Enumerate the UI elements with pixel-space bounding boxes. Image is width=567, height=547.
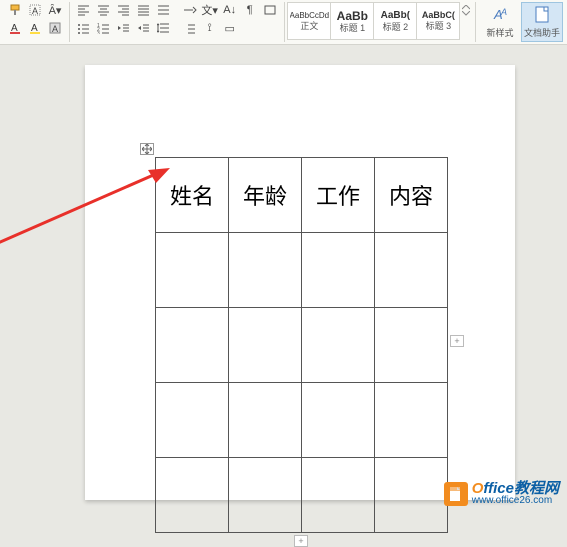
- watermark-url: www.office26.com: [472, 496, 559, 506]
- align-center-icon[interactable]: [95, 2, 113, 18]
- new-style-icon: AA: [491, 6, 509, 24]
- table-cell[interactable]: [229, 308, 302, 383]
- table-row[interactable]: [156, 233, 448, 308]
- case-toggle-icon[interactable]: Ȃ▾: [46, 2, 64, 18]
- table-cell[interactable]: [302, 458, 375, 533]
- table-add-row-handle[interactable]: +: [294, 535, 308, 547]
- table-cell[interactable]: [229, 458, 302, 533]
- table-cell-header[interactable]: 工作: [302, 158, 375, 233]
- styles-scroll[interactable]: [460, 2, 472, 18]
- style-heading-2[interactable]: AaBb( 标题 2: [373, 2, 417, 40]
- table-cell-header[interactable]: 年龄: [229, 158, 302, 233]
- doc-helper-icon: [534, 6, 550, 24]
- ribbon-toolbar: A Ȃ▾ A A A 123 文▾ A↓ ¶: [0, 0, 567, 45]
- text-border-icon[interactable]: A: [26, 2, 44, 18]
- table-row[interactable]: 姓名 年龄 工作 内容: [156, 158, 448, 233]
- svg-text:3: 3: [97, 31, 100, 34]
- align-left-icon[interactable]: [75, 2, 93, 18]
- svg-text:A: A: [32, 6, 38, 16]
- paragraph-group: 123: [71, 0, 177, 38]
- indent-left-detail-icon[interactable]: [181, 20, 199, 36]
- document-canvas: 姓名 年龄 工作 内容 + +: [0, 45, 567, 510]
- style-normal[interactable]: AaBbCcDd 正文: [287, 2, 331, 40]
- align-justify-icon[interactable]: [135, 2, 153, 18]
- distribute-icon[interactable]: [155, 2, 173, 18]
- table-row[interactable]: [156, 383, 448, 458]
- text-direction-icon[interactable]: 文▾: [201, 2, 219, 18]
- table-cell[interactable]: [375, 308, 448, 383]
- new-style-button[interactable]: AA 新样式: [479, 2, 521, 42]
- table-cell[interactable]: [302, 233, 375, 308]
- table-row[interactable]: [156, 308, 448, 383]
- align-right-icon[interactable]: [115, 2, 133, 18]
- table-cell[interactable]: [375, 233, 448, 308]
- table-cell[interactable]: [156, 308, 229, 383]
- table-cell[interactable]: [302, 308, 375, 383]
- font-format-group: A Ȃ▾ A A A: [2, 0, 68, 38]
- table-cell[interactable]: [229, 383, 302, 458]
- table-cell-header[interactable]: 姓名: [156, 158, 229, 233]
- doc-helper-button[interactable]: 文档助手: [521, 2, 563, 42]
- sort-icon[interactable]: A↓: [221, 2, 239, 18]
- table-move-handle[interactable]: [140, 143, 154, 155]
- borders-icon[interactable]: [261, 2, 279, 18]
- numbered-list-icon[interactable]: 123: [95, 20, 113, 36]
- decrease-indent-icon[interactable]: [115, 20, 133, 36]
- style-heading-3[interactable]: AaBbC( 标题 3: [416, 2, 460, 40]
- page-setup-icon[interactable]: ▭: [221, 20, 239, 36]
- table-cell[interactable]: [375, 458, 448, 533]
- show-marks-icon[interactable]: ¶: [241, 2, 259, 18]
- table-cell[interactable]: [156, 458, 229, 533]
- font-color-icon[interactable]: A: [6, 20, 24, 36]
- table-cell[interactable]: [375, 383, 448, 458]
- watermark: Office教程网 www.office26.com: [444, 481, 559, 506]
- format-painter-icon[interactable]: [6, 2, 24, 18]
- watermark-title: Office教程网: [472, 481, 559, 496]
- document-table[interactable]: 姓名 年龄 工作 内容: [155, 157, 448, 533]
- styles-gallery: AaBbCcDd 正文 AaBb 标题 1 AaBb( 标题 2 AaBbC( …: [285, 0, 474, 42]
- table-row[interactable]: [156, 458, 448, 533]
- watermark-icon: [444, 482, 468, 506]
- table-cell[interactable]: [156, 233, 229, 308]
- table-cell[interactable]: [302, 383, 375, 458]
- paragraph-group-2: 文▾ A↓ ¶ ⟟ ▭: [177, 0, 283, 38]
- style-heading-1[interactable]: AaBb 标题 1: [330, 2, 374, 40]
- bullet-list-icon[interactable]: [75, 20, 93, 36]
- line-spacing-icon[interactable]: [155, 20, 173, 36]
- table-cell-header[interactable]: 内容: [375, 158, 448, 233]
- shading-icon[interactable]: A: [46, 20, 64, 36]
- table-add-column-handle[interactable]: +: [450, 335, 464, 347]
- svg-text:A: A: [52, 24, 58, 34]
- ruler-icon[interactable]: ⟟: [201, 20, 219, 36]
- increase-indent-icon[interactable]: [135, 20, 153, 36]
- tab-settings-icon[interactable]: [181, 2, 199, 18]
- table-cell[interactable]: [156, 383, 229, 458]
- highlight-color-icon[interactable]: A: [26, 20, 44, 36]
- svg-text:A: A: [500, 7, 507, 17]
- table-cell[interactable]: [229, 233, 302, 308]
